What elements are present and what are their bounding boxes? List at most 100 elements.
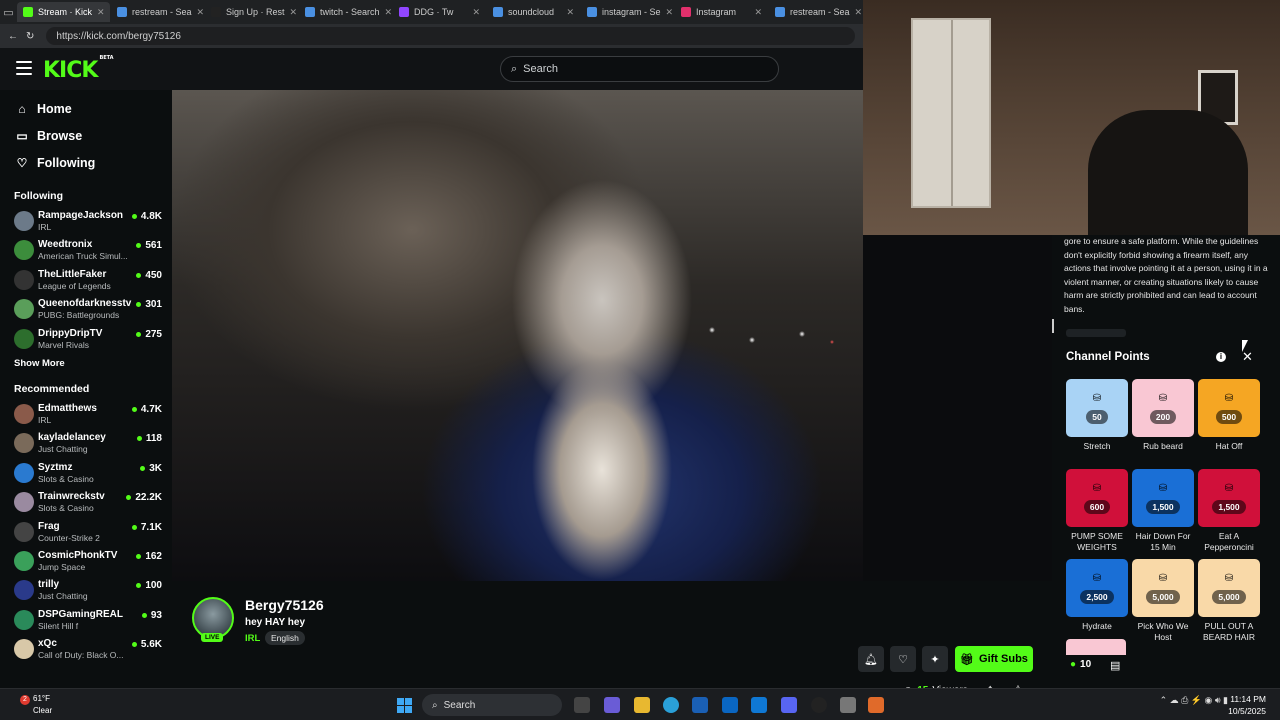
store-app-icon[interactable] bbox=[692, 697, 708, 713]
browser-tab[interactable]: restream - Sea ✕ bbox=[111, 2, 204, 22]
reward-card[interactable]: ⛁ 2,500 Hydrate bbox=[1066, 559, 1128, 643]
sidebar-channel[interactable]: Syztmz Slots & Casino 3K bbox=[0, 459, 172, 488]
tab-close-icon[interactable]: ✕ bbox=[855, 7, 862, 18]
taskbar-search[interactable]: ⌕ Search bbox=[422, 694, 562, 716]
hamburger-menu-icon[interactable] bbox=[16, 61, 32, 75]
tab-close-icon[interactable]: ✕ bbox=[197, 7, 204, 18]
weather-widget[interactable]: 2 61°F Clear bbox=[20, 693, 52, 716]
tab-close-icon[interactable]: ✕ bbox=[566, 7, 574, 18]
follow-heart-icon[interactable]: ♡ bbox=[890, 646, 916, 672]
store-icon[interactable]: ▤ bbox=[1110, 659, 1120, 672]
file-explorer-icon[interactable] bbox=[634, 697, 650, 713]
reward-tile[interactable]: ⛁ 2,500 bbox=[1066, 559, 1128, 617]
tab-close-icon[interactable]: ✕ bbox=[754, 7, 762, 18]
sidebar-nav-home[interactable]: ⌂ Home bbox=[0, 96, 172, 123]
brave-icon[interactable] bbox=[868, 697, 884, 713]
reward-name: Eat A Pepperoncini bbox=[1204, 531, 1254, 552]
screen: ▭ Stream · Kick ✕ restream - Sea ✕ Sign Up ·… bbox=[0, 0, 1280, 720]
reload-icon[interactable]: ↻ bbox=[26, 31, 34, 42]
recommended-title: Recommended bbox=[14, 383, 90, 396]
kick-logo[interactable]: KICKBETA bbox=[43, 55, 114, 83]
viewer-count: 22.2K bbox=[126, 492, 162, 503]
copilot-icon[interactable] bbox=[604, 697, 620, 713]
gift-subs-button[interactable]: 🎁︎ Gift Subs bbox=[955, 646, 1033, 672]
reward-tile[interactable]: ⛁ 5,000 bbox=[1198, 559, 1260, 617]
browser-tab[interactable]: DDG · Tw ✕ bbox=[393, 2, 486, 22]
viewer-count: 4.7K bbox=[132, 404, 162, 415]
avatar bbox=[14, 609, 34, 630]
reward-tile[interactable]: ⛁ 600 bbox=[1066, 469, 1128, 527]
sidebar-channel[interactable]: DSPGamingREAL Silent Hill f 93 bbox=[0, 606, 172, 635]
reward-tile[interactable]: ⛁ 500 bbox=[1198, 379, 1260, 437]
stream-category[interactable]: IRL bbox=[245, 633, 260, 644]
search-input[interactable]: ⌕ Search bbox=[500, 56, 779, 82]
sidebar-channel[interactable]: Queenofdarknesstv PUBG: Battlegrounds 301 bbox=[0, 295, 172, 324]
sidebar-channel[interactable]: xQc Call of Duty: Black O... 5.6K bbox=[0, 635, 172, 664]
channel-category: PUBG: Battlegrounds bbox=[38, 310, 120, 321]
show-more-button[interactable]: Show More bbox=[0, 358, 172, 369]
back-icon[interactable]: ← bbox=[8, 31, 18, 42]
reward-card-partial[interactable] bbox=[1066, 639, 1126, 655]
task-view-icon[interactable] bbox=[574, 697, 590, 713]
dropbox-icon[interactable] bbox=[722, 697, 738, 713]
url-field[interactable]: https://kick.com/bergy75126 bbox=[46, 27, 855, 45]
sidebar-channel[interactable]: RampageJackson IRL 4.8K bbox=[0, 207, 172, 236]
outlook-icon[interactable] bbox=[751, 697, 767, 713]
reward-card[interactable]: ⛁ 600 PUMP SOME WEIGHTS bbox=[1066, 469, 1128, 553]
edge-icon[interactable] bbox=[663, 697, 679, 713]
discord-icon[interactable] bbox=[781, 697, 797, 713]
browser-tab[interactable]: restream - Sea ✕ bbox=[769, 2, 862, 22]
info-icon[interactable]: i bbox=[1216, 352, 1226, 362]
reward-tile[interactable]: ⛁ 5,000 bbox=[1132, 559, 1194, 617]
reward-card[interactable]: ⛁ 1,500 Eat A Pepperoncini bbox=[1198, 469, 1260, 553]
sidebar-channel[interactable]: Weedtronix American Truck Simul... 561 bbox=[0, 236, 172, 265]
reward-tile[interactable]: ⛁ 50 bbox=[1066, 379, 1128, 437]
settings-icon[interactable] bbox=[840, 697, 856, 713]
channel-name[interactable]: Bergy75126 bbox=[245, 597, 324, 613]
notification-bell-icon[interactable]: 🔔︎ bbox=[858, 646, 884, 672]
browser-tab[interactable]: instagram - Se ✕ bbox=[581, 2, 674, 22]
reward-card[interactable]: ⛁ 5,000 PULL OUT A BEARD HAIR bbox=[1198, 559, 1260, 643]
language-tag[interactable]: English bbox=[265, 631, 305, 645]
window-menu-icon[interactable]: ▭ bbox=[0, 0, 17, 24]
reward-card[interactable]: ⛁ 500 Hat Off bbox=[1198, 379, 1260, 463]
clock[interactable]: 11:14 PM 10/5/2025 bbox=[1228, 693, 1266, 717]
tab-close-icon[interactable]: ✕ bbox=[97, 7, 105, 18]
video-player[interactable] bbox=[172, 90, 863, 581]
sidebar-channel[interactable]: CosmicPhonkTV Jump Space 162 bbox=[0, 547, 172, 576]
windows-start-icon[interactable] bbox=[397, 698, 412, 713]
system-tray[interactable]: ⌃ ☁ ⎙ ⚡ ◉ 🔊︎ ▮ bbox=[1160, 695, 1228, 706]
tab-close-icon[interactable]: ✕ bbox=[666, 7, 674, 18]
clip-sparkle-icon[interactable]: ✦ bbox=[922, 646, 948, 672]
sidebar-channel[interactable]: kayladelancey Just Chatting 118 bbox=[0, 429, 172, 458]
sidebar-nav-following[interactable]: ♡ Following bbox=[0, 149, 172, 176]
reward-card[interactable]: ⛁ 1,500 Hair Down For 15 Min bbox=[1132, 469, 1194, 553]
browser-tab[interactable]: soundcloud ✕ bbox=[487, 2, 580, 22]
obs-icon[interactable] bbox=[811, 697, 827, 713]
reward-tile[interactable]: ⛁ 1,500 bbox=[1132, 469, 1194, 527]
reward-tile[interactable]: ⛁ 1,500 bbox=[1198, 469, 1260, 527]
sidebar-channel[interactable]: Frag Counter-Strike 2 7.1K bbox=[0, 518, 172, 547]
tab-label: restream - Sea bbox=[790, 7, 850, 17]
sidebar-channel[interactable]: DrippyDripTV Marvel Rivals 275 bbox=[0, 325, 172, 354]
browser-tab[interactable]: Instagram ✕ bbox=[675, 2, 768, 22]
points-balance[interactable]: ● 10 bbox=[1070, 659, 1091, 670]
reward-card[interactable]: ⛁ 5,000 Pick Who We Host bbox=[1132, 559, 1194, 643]
sidebar-nav-browse[interactable]: ▭ Browse bbox=[0, 123, 172, 150]
reward-card[interactable]: ⛁ 200 Rub beard bbox=[1132, 379, 1194, 463]
sidebar-channel[interactable]: Edmatthews IRL 4.7K bbox=[0, 400, 172, 429]
tab-close-icon[interactable]: ✕ bbox=[385, 7, 392, 18]
reward-tile[interactable]: ⛁ 200 bbox=[1132, 379, 1194, 437]
sidebar-channel[interactable]: Trainwreckstv Slots & Casino 22.2K bbox=[0, 488, 172, 517]
tab-close-icon[interactable]: ✕ bbox=[472, 7, 480, 18]
browser-tab[interactable]: Stream · Kick ✕ bbox=[17, 2, 110, 22]
tab-close-icon[interactable]: ✕ bbox=[290, 7, 298, 18]
channel-name: Trainwreckstv bbox=[38, 491, 105, 503]
browser-tab[interactable]: twitch - Search ✕ bbox=[299, 2, 392, 22]
avatar bbox=[14, 269, 34, 290]
sidebar-channel[interactable]: TheLittleFaker League of Legends 450 bbox=[0, 266, 172, 295]
sidebar-channel[interactable]: trilly Just Chatting 100 bbox=[0, 576, 172, 605]
browser-tab[interactable]: Sign Up · Rest ✕ bbox=[205, 2, 298, 22]
reward-name: Hat Off bbox=[1215, 441, 1243, 451]
reward-card[interactable]: ⛁ 50 Stretch bbox=[1066, 379, 1128, 463]
